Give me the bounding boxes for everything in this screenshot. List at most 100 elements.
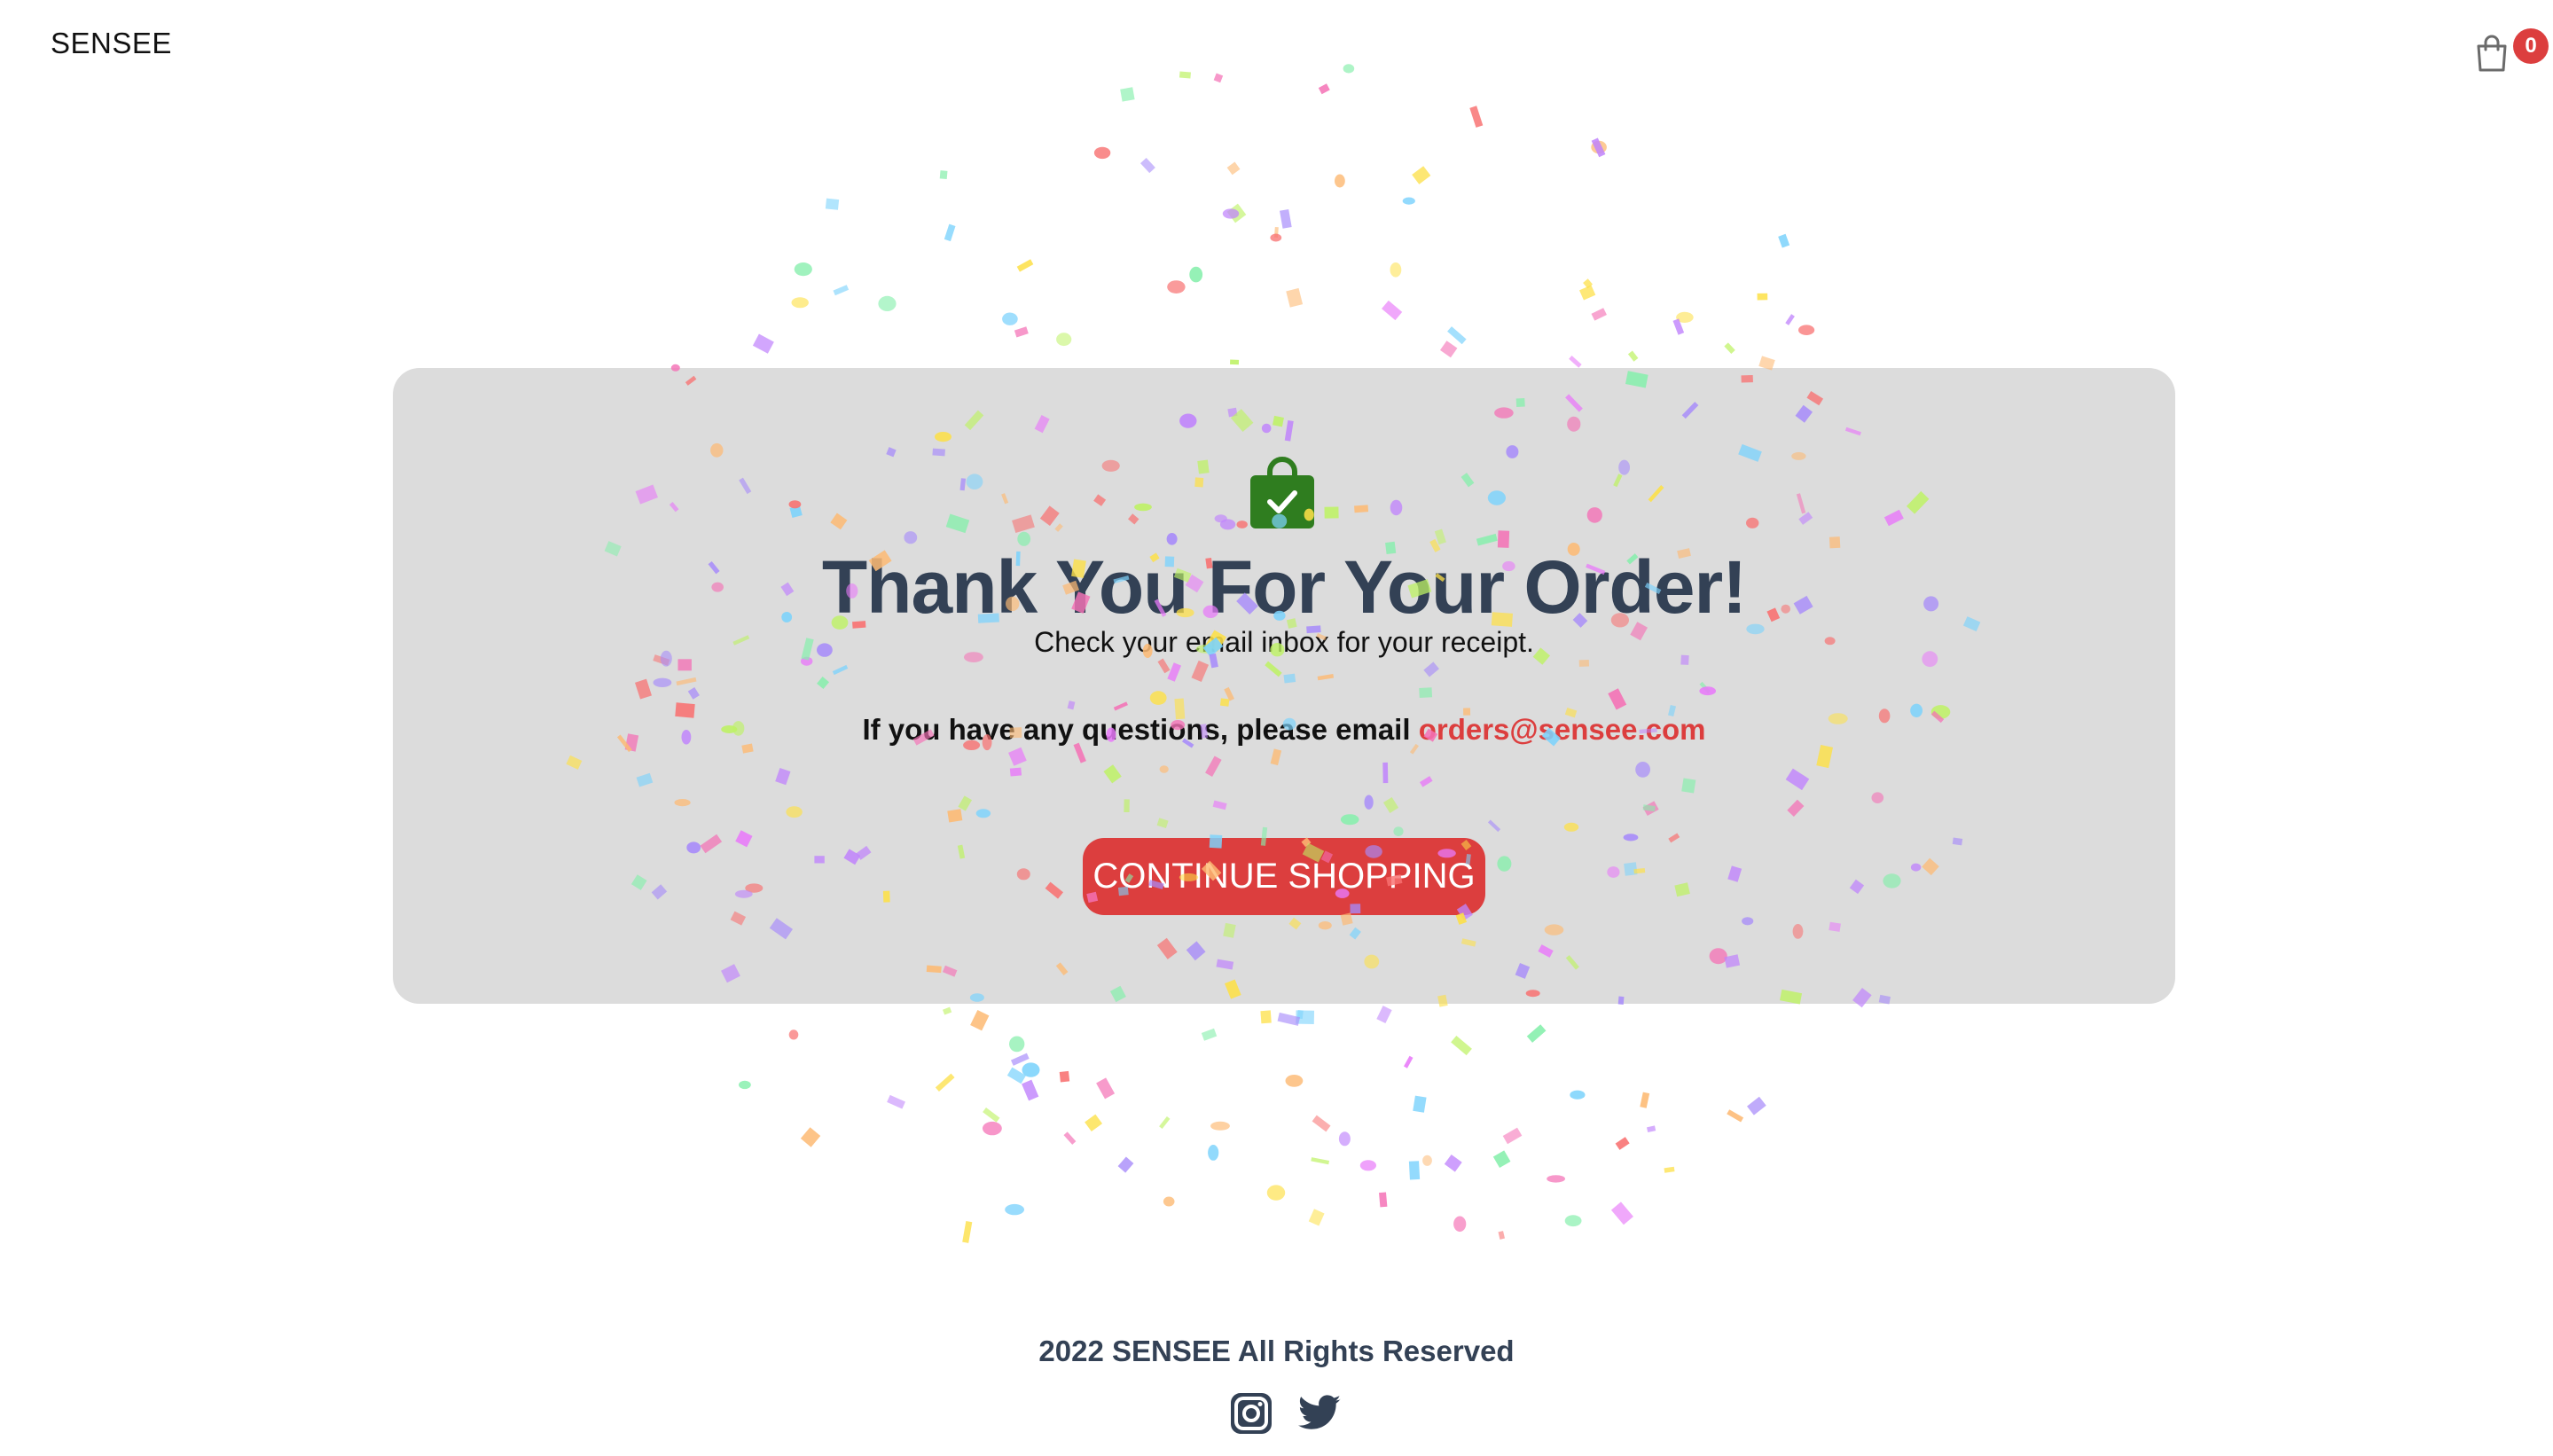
confetti-piece [970,1010,990,1031]
confetti-piece [1570,1090,1586,1100]
confetti-piece [1724,342,1735,355]
confetti-piece [1189,266,1203,283]
confetti-piece [1382,300,1403,321]
confetti-piece [1390,262,1402,278]
navbar: SENSEE 0 [0,0,2553,98]
confetti-piece [1266,1185,1286,1201]
confetti-piece [800,1127,821,1147]
confetti-piece [1591,137,1606,158]
confetti-piece [1226,203,1247,223]
page-title: Thank You For Your Order! [821,545,1747,629]
confetti-piece [1646,1125,1656,1132]
confetti-piece [833,285,850,296]
confetti-piece [1096,1077,1116,1100]
contact-text: If you have any questions, please email [862,713,1411,746]
confetti-piece [1296,1010,1315,1024]
confetti-piece [1006,1067,1026,1084]
confetti-piece [962,1221,973,1243]
confetti-piece [1201,1028,1218,1041]
confetti-piece [1002,312,1018,325]
shopping-bag-icon [2477,35,2507,72]
confetti-piece [1009,1036,1025,1053]
confetti-piece [1379,1192,1388,1208]
confetti-piece [1056,333,1072,347]
confetti-piece [1167,280,1186,294]
confetti-piece [1210,1121,1230,1131]
confetti-piece [1312,1115,1331,1132]
confetti-piece [878,295,897,311]
cart-count-badge: 0 [2513,28,2549,64]
twitter-icon[interactable] [1296,1390,1343,1436]
confetti-piece [1579,285,1596,301]
confetti-piece [1085,1114,1103,1132]
confetti-piece [1093,146,1111,160]
confetti-piece [1273,226,1279,239]
confetti-piece [1413,1095,1427,1113]
confetti-piece [1569,356,1582,368]
confetti-piece [1757,293,1768,301]
confetti-piece [1311,1157,1330,1165]
confetti-piece [1747,1096,1766,1115]
confetti-piece [1277,1012,1301,1026]
confetti-piece [1308,1209,1325,1226]
confetti-piece [944,223,956,242]
confetti-piece [794,262,812,277]
confetti-piece [1439,341,1458,358]
confetti-piece [1526,1024,1547,1043]
confetti-piece [1408,1161,1421,1180]
confetti-piece [1727,1109,1744,1123]
confetti-piece [1664,1166,1675,1173]
confetti-piece [1469,106,1484,128]
confetti-piece [1591,140,1607,154]
confetti-piece [825,198,840,210]
confetti-piece [1022,1079,1039,1101]
confetti-piece [1403,1055,1414,1069]
confetti-piece [1615,1137,1630,1150]
instagram-icon[interactable] [1228,1390,1274,1436]
confetti-piece [1412,166,1431,184]
confetti-piece [1063,1131,1077,1145]
confetti-piece [1285,1075,1304,1087]
confetti-piece [1583,278,1593,289]
support-email-link[interactable]: orders@sensee.com [1419,713,1706,746]
shopping-bag-check-icon [1250,457,1314,528]
contact-message: If you have any questions, please email … [393,713,2175,747]
confetti-piece [791,297,809,309]
confetti-piece [1296,1010,1304,1020]
confetti-piece [1159,1115,1171,1130]
confetti-piece [1447,326,1467,345]
order-confirmation-page: SENSEE 0 Thank You For Your Order! Check… [0,0,2553,1456]
confetti-piece [1798,325,1815,336]
confetti-piece [935,1073,955,1092]
confetti-piece [1402,197,1415,205]
confetti-piece [1222,208,1240,219]
confetti-piece [1139,157,1155,174]
receipt-message: Check your email inbox for your receipt. [1034,626,1534,658]
confetti-piece [1163,1196,1175,1207]
confetti-piece [1005,1203,1024,1216]
cart-button[interactable]: 0 [2474,28,2549,82]
confetti-piece [1208,1145,1219,1161]
confetti-piece [1117,1156,1134,1173]
confetti-piece [1422,1155,1432,1166]
confetti-piece [1059,1070,1070,1083]
confetti-piece [1014,326,1029,338]
confetti-piece [1376,1006,1392,1024]
brand-logo[interactable]: SENSEE [51,27,172,60]
confetti-piece [1492,1150,1511,1169]
confetti-piece [752,333,774,354]
confetti-piece [1359,1160,1376,1171]
confetti-piece [983,1108,1000,1123]
confetti-piece [1260,1010,1272,1024]
continue-shopping-button[interactable]: CONTINUE SHOPPING [1083,838,1485,915]
confetti-piece [1564,1215,1582,1227]
confetti-piece [1280,208,1292,229]
confetti-piece [1785,314,1795,325]
confetti-piece [1022,1062,1040,1077]
confetti-piece [1672,318,1685,335]
confetti-piece [1453,1216,1467,1233]
confetti-piece [887,1094,905,1109]
confetti-piece [983,1121,1002,1136]
confetti-piece [942,1006,952,1015]
confetti-piece [1498,1231,1505,1240]
